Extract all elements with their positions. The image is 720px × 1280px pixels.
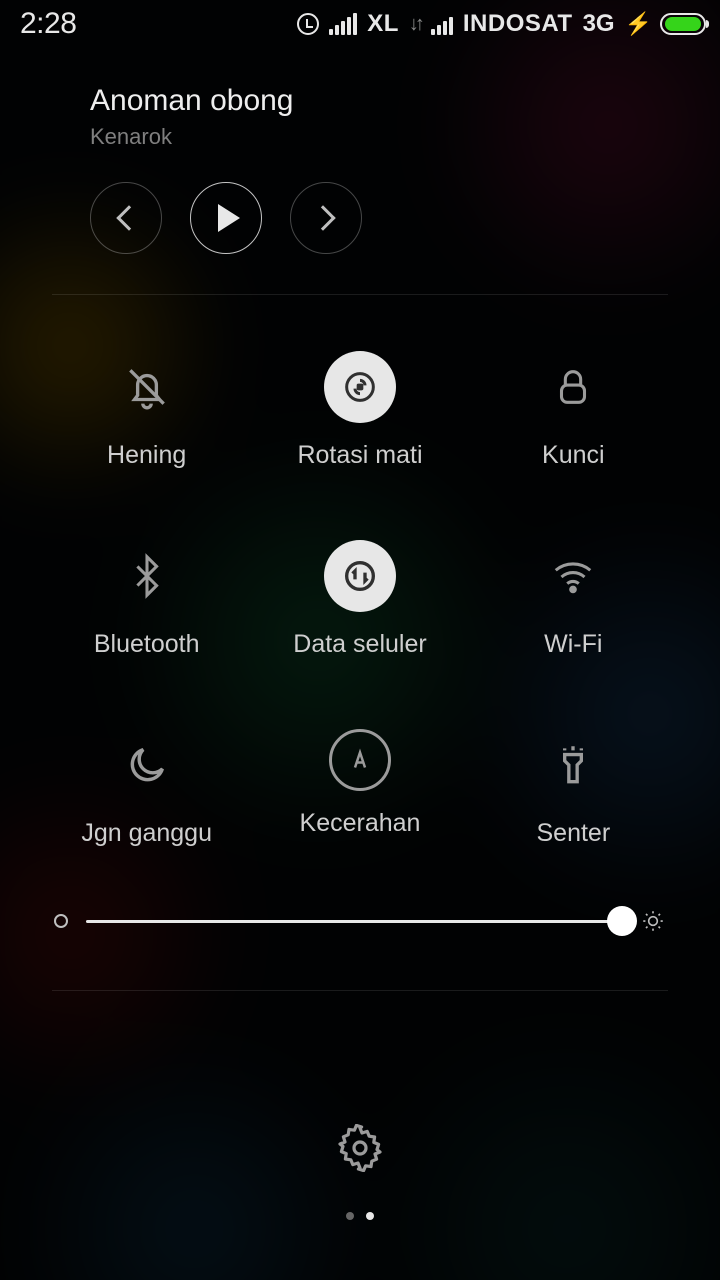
toggle-mobile-data[interactable]: Data seluler (253, 540, 466, 659)
moon-icon (111, 729, 183, 801)
bluetooth-icon (111, 540, 183, 612)
toggle-brightness[interactable]: Kecerahan (253, 729, 466, 848)
toggle-flashlight[interactable]: Senter (467, 729, 680, 848)
charging-icon: ⚡ (625, 11, 652, 37)
flashlight-icon (537, 729, 609, 801)
page-dot (346, 1212, 354, 1220)
brightness-max-icon (640, 908, 666, 934)
battery-icon (660, 13, 706, 35)
signal-sim1-icon (329, 13, 357, 35)
toggle-silent[interactable]: Hening (40, 351, 253, 470)
toggle-label: Jgn ganggu (81, 819, 212, 848)
brightness-slider[interactable] (54, 908, 666, 934)
slider-thumb[interactable] (607, 906, 637, 936)
toggle-wifi[interactable]: Wi-Fi (467, 540, 680, 659)
toggle-label: Rotasi mati (297, 441, 422, 470)
clock: 2:28 (20, 7, 76, 41)
slider-track[interactable] (86, 920, 622, 923)
media-panel: Anoman obong Kenarok (0, 48, 720, 284)
bell-slash-icon (111, 351, 183, 423)
data-icon (324, 540, 396, 612)
wifi-icon (537, 540, 609, 612)
chevron-left-icon (116, 205, 141, 230)
page-indicator[interactable] (346, 1212, 374, 1220)
carrier-sim2: INDOSAT (463, 10, 573, 38)
auto-brightness-icon (329, 729, 391, 791)
chevron-right-icon (310, 205, 335, 230)
lock-icon (537, 351, 609, 423)
settings-button[interactable] (336, 1124, 384, 1172)
toggle-label: Bluetooth (94, 630, 200, 659)
media-artist: Kenarok (90, 124, 630, 150)
carrier-sim1: XL (367, 10, 399, 38)
toggle-label: Data seluler (293, 630, 426, 659)
quick-toggles: Hening Rotasi mati Kunci Bluetooth Data (0, 295, 720, 848)
toggle-bluetooth[interactable]: Bluetooth (40, 540, 253, 659)
signal-sim2-icon (431, 13, 453, 35)
brightness-min-icon (54, 914, 68, 928)
network-type: 3G (583, 10, 615, 38)
rotation-lock-icon (324, 351, 396, 423)
media-next-button[interactable] (290, 182, 362, 254)
toggle-lock[interactable]: Kunci (467, 351, 680, 470)
page-dot (366, 1212, 374, 1220)
toggle-rotation[interactable]: Rotasi mati (253, 351, 466, 470)
play-icon (218, 204, 240, 232)
media-play-button[interactable] (190, 182, 262, 254)
status-bar: 2:28 XL ↓↑ INDOSAT 3G ⚡ (0, 0, 720, 48)
alarm-icon (297, 13, 319, 35)
toggle-dnd[interactable]: Jgn ganggu (40, 729, 253, 848)
toggle-label: Hening (107, 441, 186, 470)
toggle-label: Wi-Fi (544, 630, 602, 659)
media-prev-button[interactable] (90, 182, 162, 254)
toggle-label: Kecerahan (300, 809, 421, 838)
media-title: Anoman obong (90, 84, 630, 118)
toggle-label: Senter (536, 819, 610, 848)
data-activity-icon: ↓↑ (409, 13, 421, 36)
toggle-label: Kunci (542, 441, 605, 470)
